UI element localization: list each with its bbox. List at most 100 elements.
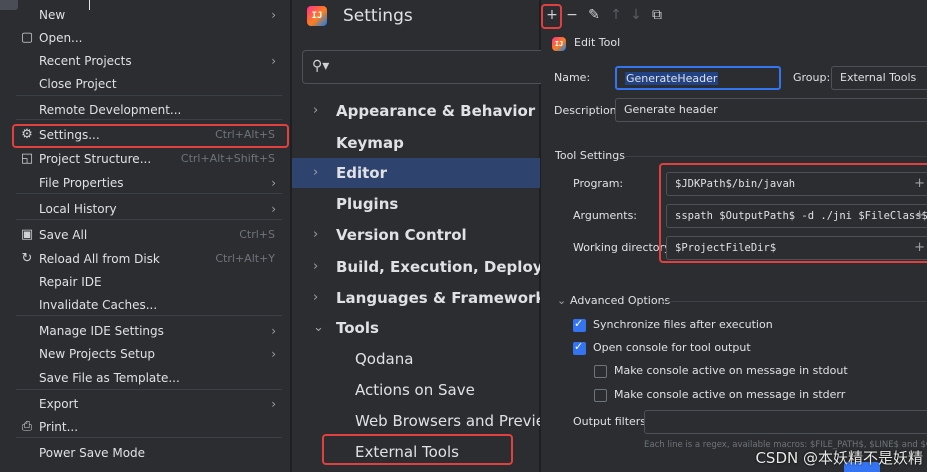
option-checkbox[interactable] (573, 317, 586, 332)
remove-icon[interactable]: − (563, 4, 581, 26)
settings-nav-label: Actions on Save (355, 381, 475, 399)
chevron-right-icon[interactable]: › (313, 220, 318, 250)
settings-search-input[interactable]: ⚲▾ (302, 50, 542, 84)
name-field[interactable]: GenerateHeader (615, 66, 781, 90)
option-label: Synchronize files after execution (593, 318, 773, 331)
submenu-arrow-icon: › (271, 176, 276, 190)
advanced-options-label[interactable]: Advanced Options (570, 294, 670, 308)
submenu-arrow-icon: › (271, 54, 276, 68)
settings-nav-label: Web Browsers and Preview (355, 412, 540, 430)
option-checkbox[interactable] (594, 389, 607, 402)
settings-nav-tools[interactable]: ⌄ Tools (292, 313, 540, 343)
file-menu-item-file-properties[interactable]: File Properties › (8, 172, 288, 194)
file-menu-item-invalidate-caches[interactable]: Invalidate Caches... (8, 294, 288, 316)
description-field[interactable]: Generate header (615, 98, 927, 122)
group-label: Group: (793, 71, 831, 84)
file-menu-item-power-save-mode[interactable]: Power Save Mode (8, 442, 288, 464)
chevron-right-icon[interactable]: › (313, 158, 318, 188)
menu-item-label: Print... (39, 420, 79, 434)
search-icon: ⚲▾ (312, 58, 330, 74)
output-filters-field[interactable] (644, 410, 927, 434)
file-menu-item-close-project[interactable]: Close Project (8, 73, 288, 95)
settings-nav-label: Languages & Frameworks (336, 289, 540, 307)
settings-nav-plugins[interactable]: Plugins (292, 189, 540, 219)
option-label: Open console for tool output (593, 341, 751, 354)
settings-nav-label: Keymap (336, 134, 404, 152)
menu-item-label: Reload All from Disk (39, 252, 160, 266)
arguments-label: Arguments: (573, 209, 638, 222)
intellij-logo-icon: IJ (307, 6, 327, 26)
menu-item-label: Recent Projects (39, 54, 132, 68)
chevron-right-icon[interactable]: › (313, 252, 318, 282)
chevron-right-icon[interactable]: › (313, 283, 318, 313)
settings-nav-keymap[interactable]: Keymap (292, 128, 540, 158)
settings-nav-label: Version Control (336, 226, 467, 244)
settings-nav-languages-frameworks[interactable]: › Languages & Frameworks (292, 283, 540, 313)
menu-separator (16, 219, 282, 220)
advanced-options-divider (662, 301, 927, 302)
settings-nav-actions-on-save[interactable]: Actions on Save (292, 375, 540, 405)
group-field[interactable]: External Tools (831, 66, 927, 90)
file-menu-item-print[interactable]: ⎙ Print... (8, 416, 288, 438)
option-checkbox[interactable] (594, 365, 607, 378)
submenu-arrow-icon: › (271, 397, 276, 411)
file-menu: New › ▢ Open... Recent Projects › Close Projec… (0, 0, 291, 472)
edit-icon[interactable]: ✎ (585, 4, 603, 26)
watermark: CSDN @本妖精不是妖精 (755, 449, 923, 467)
reload-icon: ↻ (21, 251, 33, 266)
submenu-arrow-icon: › (271, 202, 276, 216)
add-button-highlight-box (541, 4, 562, 29)
menu-item-label: Project Structure... (39, 152, 152, 166)
settings-nav-label: Qodana (355, 350, 414, 368)
menu-item-label: Local History (39, 202, 117, 216)
output-filters-label: Output filters: (573, 415, 650, 428)
copy-icon[interactable]: ⧉ (648, 4, 666, 26)
file-menu-item-save-all[interactable]: ▣ Save All Ctrl+S (8, 224, 288, 246)
menu-item-label: New (39, 8, 66, 22)
menu-item-label: Close Project (39, 77, 117, 91)
settings-nav-appearance-behavior[interactable]: › Appearance & Behavior (292, 96, 540, 126)
chevron-down-icon[interactable]: ⌄ (313, 313, 324, 343)
settings-nav-build-execution-deployment[interactable]: › Build, Execution, Deployment (292, 252, 540, 282)
settings-title: Settings (343, 6, 413, 26)
menu-item-label: Save All (39, 228, 88, 242)
edit-tool-header: IJ Edit Tool (552, 35, 620, 51)
file-menu-item-remote-development[interactable]: Remote Development... (8, 99, 288, 121)
file-menu-item-repair-ide[interactable]: Repair IDE (8, 271, 288, 293)
file-menu-item-manage-ide-settings[interactable]: Manage IDE Settings › (8, 320, 288, 342)
option-label: Make console active on message in stdout (614, 364, 848, 377)
file-menu-item-new-projects-setup[interactable]: New Projects Setup › (8, 343, 288, 365)
file-menu-item-open[interactable]: ▢ Open... (8, 27, 288, 49)
menu-item-label: Invalidate Caches... (39, 298, 158, 312)
chevron-right-icon[interactable]: › (313, 96, 318, 126)
settings-nav-version-control[interactable]: › Version Control (292, 220, 540, 250)
settings-nav-editor[interactable]: › Editor (292, 158, 540, 188)
advanced-chevron-icon[interactable]: ⌄ (557, 294, 566, 308)
file-menu-item-recent-projects[interactable]: Recent Projects › (8, 50, 288, 72)
menu-item-shortcut: Ctrl+Alt+Y (215, 252, 275, 265)
file-menu-item-reload-all-from-disk[interactable]: ↻ Reload All from Disk Ctrl+Alt+Y (8, 248, 288, 270)
move-down-icon[interactable]: ↓ (627, 4, 645, 26)
move-up-icon[interactable]: ↑ (607, 4, 625, 26)
menu-item-shortcut: Ctrl+S (239, 228, 275, 241)
file-menu-item-export[interactable]: Export › (8, 393, 288, 415)
project-structure-icon: ◱ (20, 151, 34, 166)
settings-nav-qodana[interactable]: Qodana (292, 344, 540, 374)
menu-separator (16, 95, 282, 96)
external-tools-highlight-box (322, 434, 513, 465)
tools-toolbar: + − ✎ ↑ ↓ ⧉ (541, 4, 927, 26)
print-icon: ⎙ (21, 419, 33, 434)
file-menu-item-new[interactable]: New › (8, 4, 288, 26)
file-menu-item-local-history[interactable]: Local History › (8, 198, 288, 220)
menu-separator (16, 437, 282, 438)
file-menu-item-project-structure[interactable]: ◱ Project Structure... Ctrl+Alt+Shift+S (8, 148, 288, 170)
option-checkbox[interactable] (573, 340, 586, 355)
submenu-arrow-icon: › (271, 347, 276, 361)
menu-item-label: Remote Development... (39, 103, 182, 117)
file-menu-item-save-file-as-template[interactable]: Save File as Template... (8, 367, 288, 389)
menu-item-label: File Properties (39, 176, 124, 190)
menu-item-label: Open... (39, 31, 83, 45)
settings-nav-web-browsers-and-preview[interactable]: Web Browsers and Preview (292, 406, 540, 436)
settings-nav-label: Tools (336, 319, 379, 337)
menu-item-shortcut: Ctrl+Alt+Shift+S (180, 152, 275, 165)
